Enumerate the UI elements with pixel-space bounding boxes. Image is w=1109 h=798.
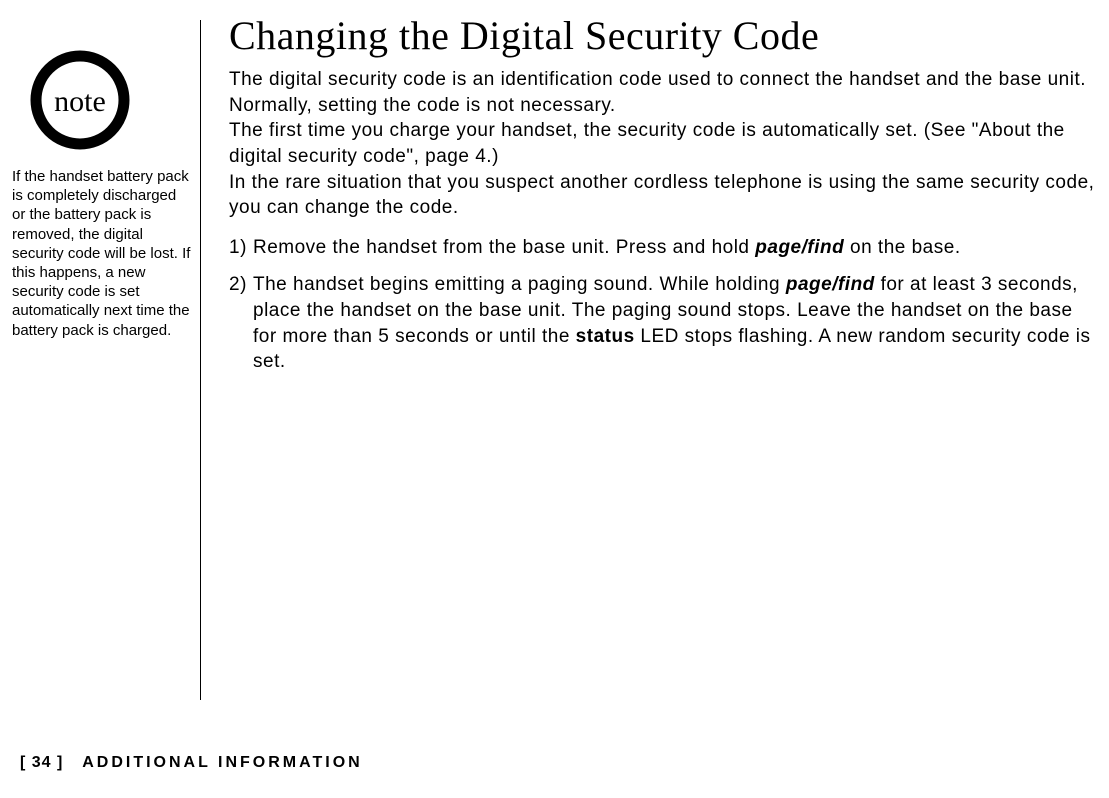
note-icon: note [30,50,192,155]
page-footer: [ 34 ] ADDITIONAL INFORMATION [20,754,363,772]
intro-paragraph-3: In the rare situation that you suspect a… [229,170,1099,221]
step-number: 1) [229,235,253,261]
page: note If the handset battery pack is comp… [0,0,1109,798]
main-content: Changing the Digital Security Code The d… [201,0,1109,700]
step-number: 2) [229,272,253,375]
intro-paragraph-2: The first time you charge your handset, … [229,118,1099,169]
section-label: ADDITIONAL INFORMATION [82,754,363,771]
note-text: If the handset battery pack is completel… [12,167,192,340]
pagefind-label: page/find [786,274,875,295]
note-icon-label: note [54,85,106,118]
page-number: [ 34 ] [20,754,63,771]
step-body: The handset begins emitting a paging sou… [253,272,1099,375]
page-reference: 4 [475,146,486,167]
step-1: 1) Remove the handset from the base unit… [229,235,1099,261]
steps-list: 1) Remove the handset from the base unit… [229,235,1099,375]
intro-block: The digital security code is an identifi… [229,67,1099,221]
status-label: status [576,326,635,347]
page-title: Changing the Digital Security Code [229,12,1099,59]
sidebar: note If the handset battery pack is comp… [0,0,200,700]
content-row: note If the handset battery pack is comp… [0,0,1109,700]
pagefind-label: page/find [755,237,844,258]
step-2: 2) The handset begins emitting a paging … [229,272,1099,375]
step-body: Remove the handset from the base unit. P… [253,235,1099,261]
intro-paragraph-1: The digital security code is an identifi… [229,67,1099,118]
